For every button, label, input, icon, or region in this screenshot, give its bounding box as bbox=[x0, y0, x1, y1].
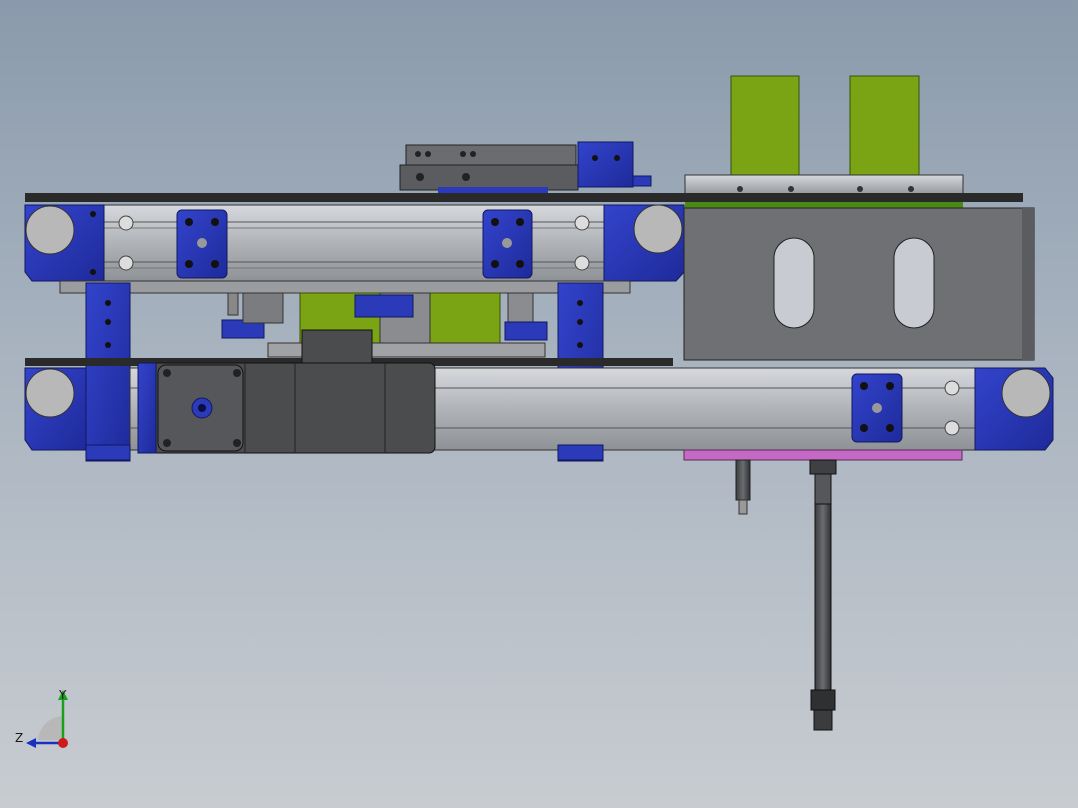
upper-base-plate bbox=[25, 193, 1023, 202]
gripper-housing bbox=[683, 207, 1035, 361]
magenta-mount-plate bbox=[683, 449, 963, 461]
vertical-push-rod bbox=[809, 459, 837, 731]
mid-actuator-cluster bbox=[221, 292, 548, 344]
upper-linear-module bbox=[24, 204, 685, 282]
cad-viewport[interactable]: Y Z bbox=[0, 0, 1078, 808]
green-gripper-fingers bbox=[730, 75, 920, 177]
linear-module-assembly bbox=[24, 75, 1054, 748]
short-cylinder bbox=[735, 459, 751, 515]
triad-z-label: Z bbox=[15, 731, 24, 745]
top-gripper-assembly bbox=[399, 141, 652, 195]
left-vertical-bracket bbox=[85, 282, 131, 462]
triad-y-label: Y bbox=[59, 688, 67, 702]
